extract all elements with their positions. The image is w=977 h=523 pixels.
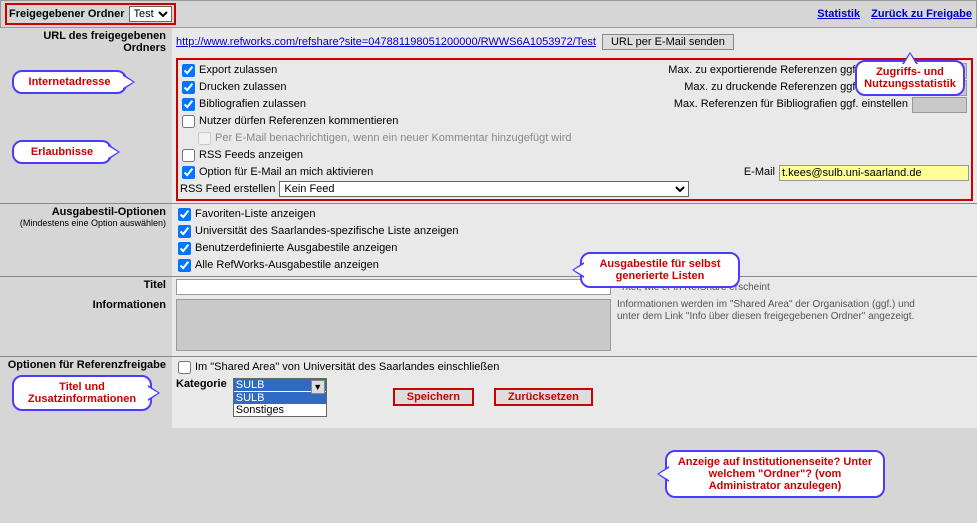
print-check[interactable] [182, 81, 195, 94]
uni-check[interactable] [178, 225, 191, 238]
titel-input[interactable] [176, 279, 611, 295]
folder-selector-box: Freigegebener Ordner Test [5, 3, 176, 25]
back-link[interactable]: Zurück zu Freigabe [871, 8, 972, 20]
rss-show-label: RSS Feeds anzeigen [199, 147, 303, 164]
rss-create-label: RSS Feed erstellen [180, 183, 275, 195]
share-url[interactable]: http://www.refworks.com/refshare?site=04… [176, 36, 596, 48]
biblio-check[interactable] [182, 98, 195, 111]
callout-anzeige: Anzeige auf Institutionenseite? Unter we… [665, 450, 885, 498]
styles-label: Ausgabestil-Optionen (Mindestens eine Op… [0, 204, 172, 276]
top-links: Statistik Zurück zu Freigabe [809, 8, 972, 20]
kategorie-label: Kategorie [176, 378, 227, 390]
all-check[interactable] [178, 259, 191, 272]
chevron-down-icon[interactable]: ▼ [311, 380, 325, 394]
titel-label: Titel [0, 277, 172, 297]
export-max-label: Max. zu exportierende Referenzen ggf. ei… [410, 62, 908, 79]
callout-zugriff: Zugriffs- und Nutzungsstatistik [855, 60, 965, 96]
callout-titelinfo: Titel und Zusatzinformationen [12, 375, 152, 411]
shared-area-check[interactable] [178, 361, 191, 374]
rss-show-check[interactable] [182, 149, 195, 162]
top-bar: Freigegebener Ordner Test Statistik Zurü… [0, 0, 977, 28]
stats-link[interactable]: Statistik [817, 8, 860, 20]
export-check[interactable] [182, 64, 195, 77]
kat-option-sonstiges[interactable]: Sonstiges [234, 404, 326, 416]
fav-label: Favoriten-Liste anzeigen [195, 206, 315, 223]
print-label: Drucken zulassen [199, 79, 286, 96]
custom-label: Benutzerdefinierte Ausgabestile anzeigen [195, 240, 397, 257]
email-notify-label: Per E-Mail benachrichtigen, wenn ein neu… [215, 130, 571, 147]
save-button[interactable]: Speichern [393, 388, 474, 406]
info-hint: Informationen werden im "Shared Area" de… [617, 299, 937, 323]
callout-internetadresse: Internetadresse [12, 70, 127, 94]
folder-label: Freigegebener Ordner [9, 8, 125, 20]
email-field-label: E-Mail [744, 164, 775, 181]
callout-erlaubnisse: Erlaubnisse [12, 140, 112, 164]
export-label: Export zulassen [199, 62, 277, 79]
email-notify-check [198, 132, 211, 145]
comment-label: Nutzer dürfen Referenzen kommentieren [199, 113, 398, 130]
print-max-label: Max. zu druckende Referenzen ggf. einste… [410, 79, 908, 96]
shared-area-label: Im "Shared Area" von Universität des Saa… [195, 359, 499, 376]
callout-ausgabestile: Ausgabestile für selbst generierte Liste… [580, 252, 740, 288]
send-url-button[interactable]: URL per E-Mail senden [602, 34, 734, 50]
folder-select[interactable]: Test [129, 6, 172, 22]
info-textarea[interactable] [176, 299, 611, 351]
permissions-box: Export zulassen Drucken zulassen Bibliog… [176, 58, 973, 201]
all-label: Alle RefWorks-Ausgabestile anzeigen [195, 257, 379, 274]
comment-check[interactable] [182, 115, 195, 128]
fav-check[interactable] [178, 208, 191, 221]
uni-label: Universität des Saarlandes-spezifische L… [195, 223, 459, 240]
email-input[interactable] [779, 165, 969, 181]
info-label: Informationen [0, 297, 172, 356]
biblio-label: Bibliografien zulassen [199, 96, 306, 113]
styles-sub: (Mindestens eine Option auswählen) [2, 218, 166, 228]
biblio-max-label: Max. Referenzen für Bibliografien ggf. e… [410, 96, 908, 113]
url-label: URL des freigegebenen Ordners [0, 28, 172, 56]
biblio-max-input[interactable] [912, 97, 967, 113]
reset-button[interactable]: Zurücksetzen [494, 388, 593, 406]
rss-feed-select[interactable]: Kein Feed [279, 181, 689, 197]
custom-check[interactable] [178, 242, 191, 255]
email-opt-check[interactable] [182, 166, 195, 179]
email-opt-label: Option für E-Mail an mich aktivieren [199, 164, 373, 181]
kategorie-select[interactable]: SULB ▼ SULB Sonstiges [233, 378, 327, 417]
